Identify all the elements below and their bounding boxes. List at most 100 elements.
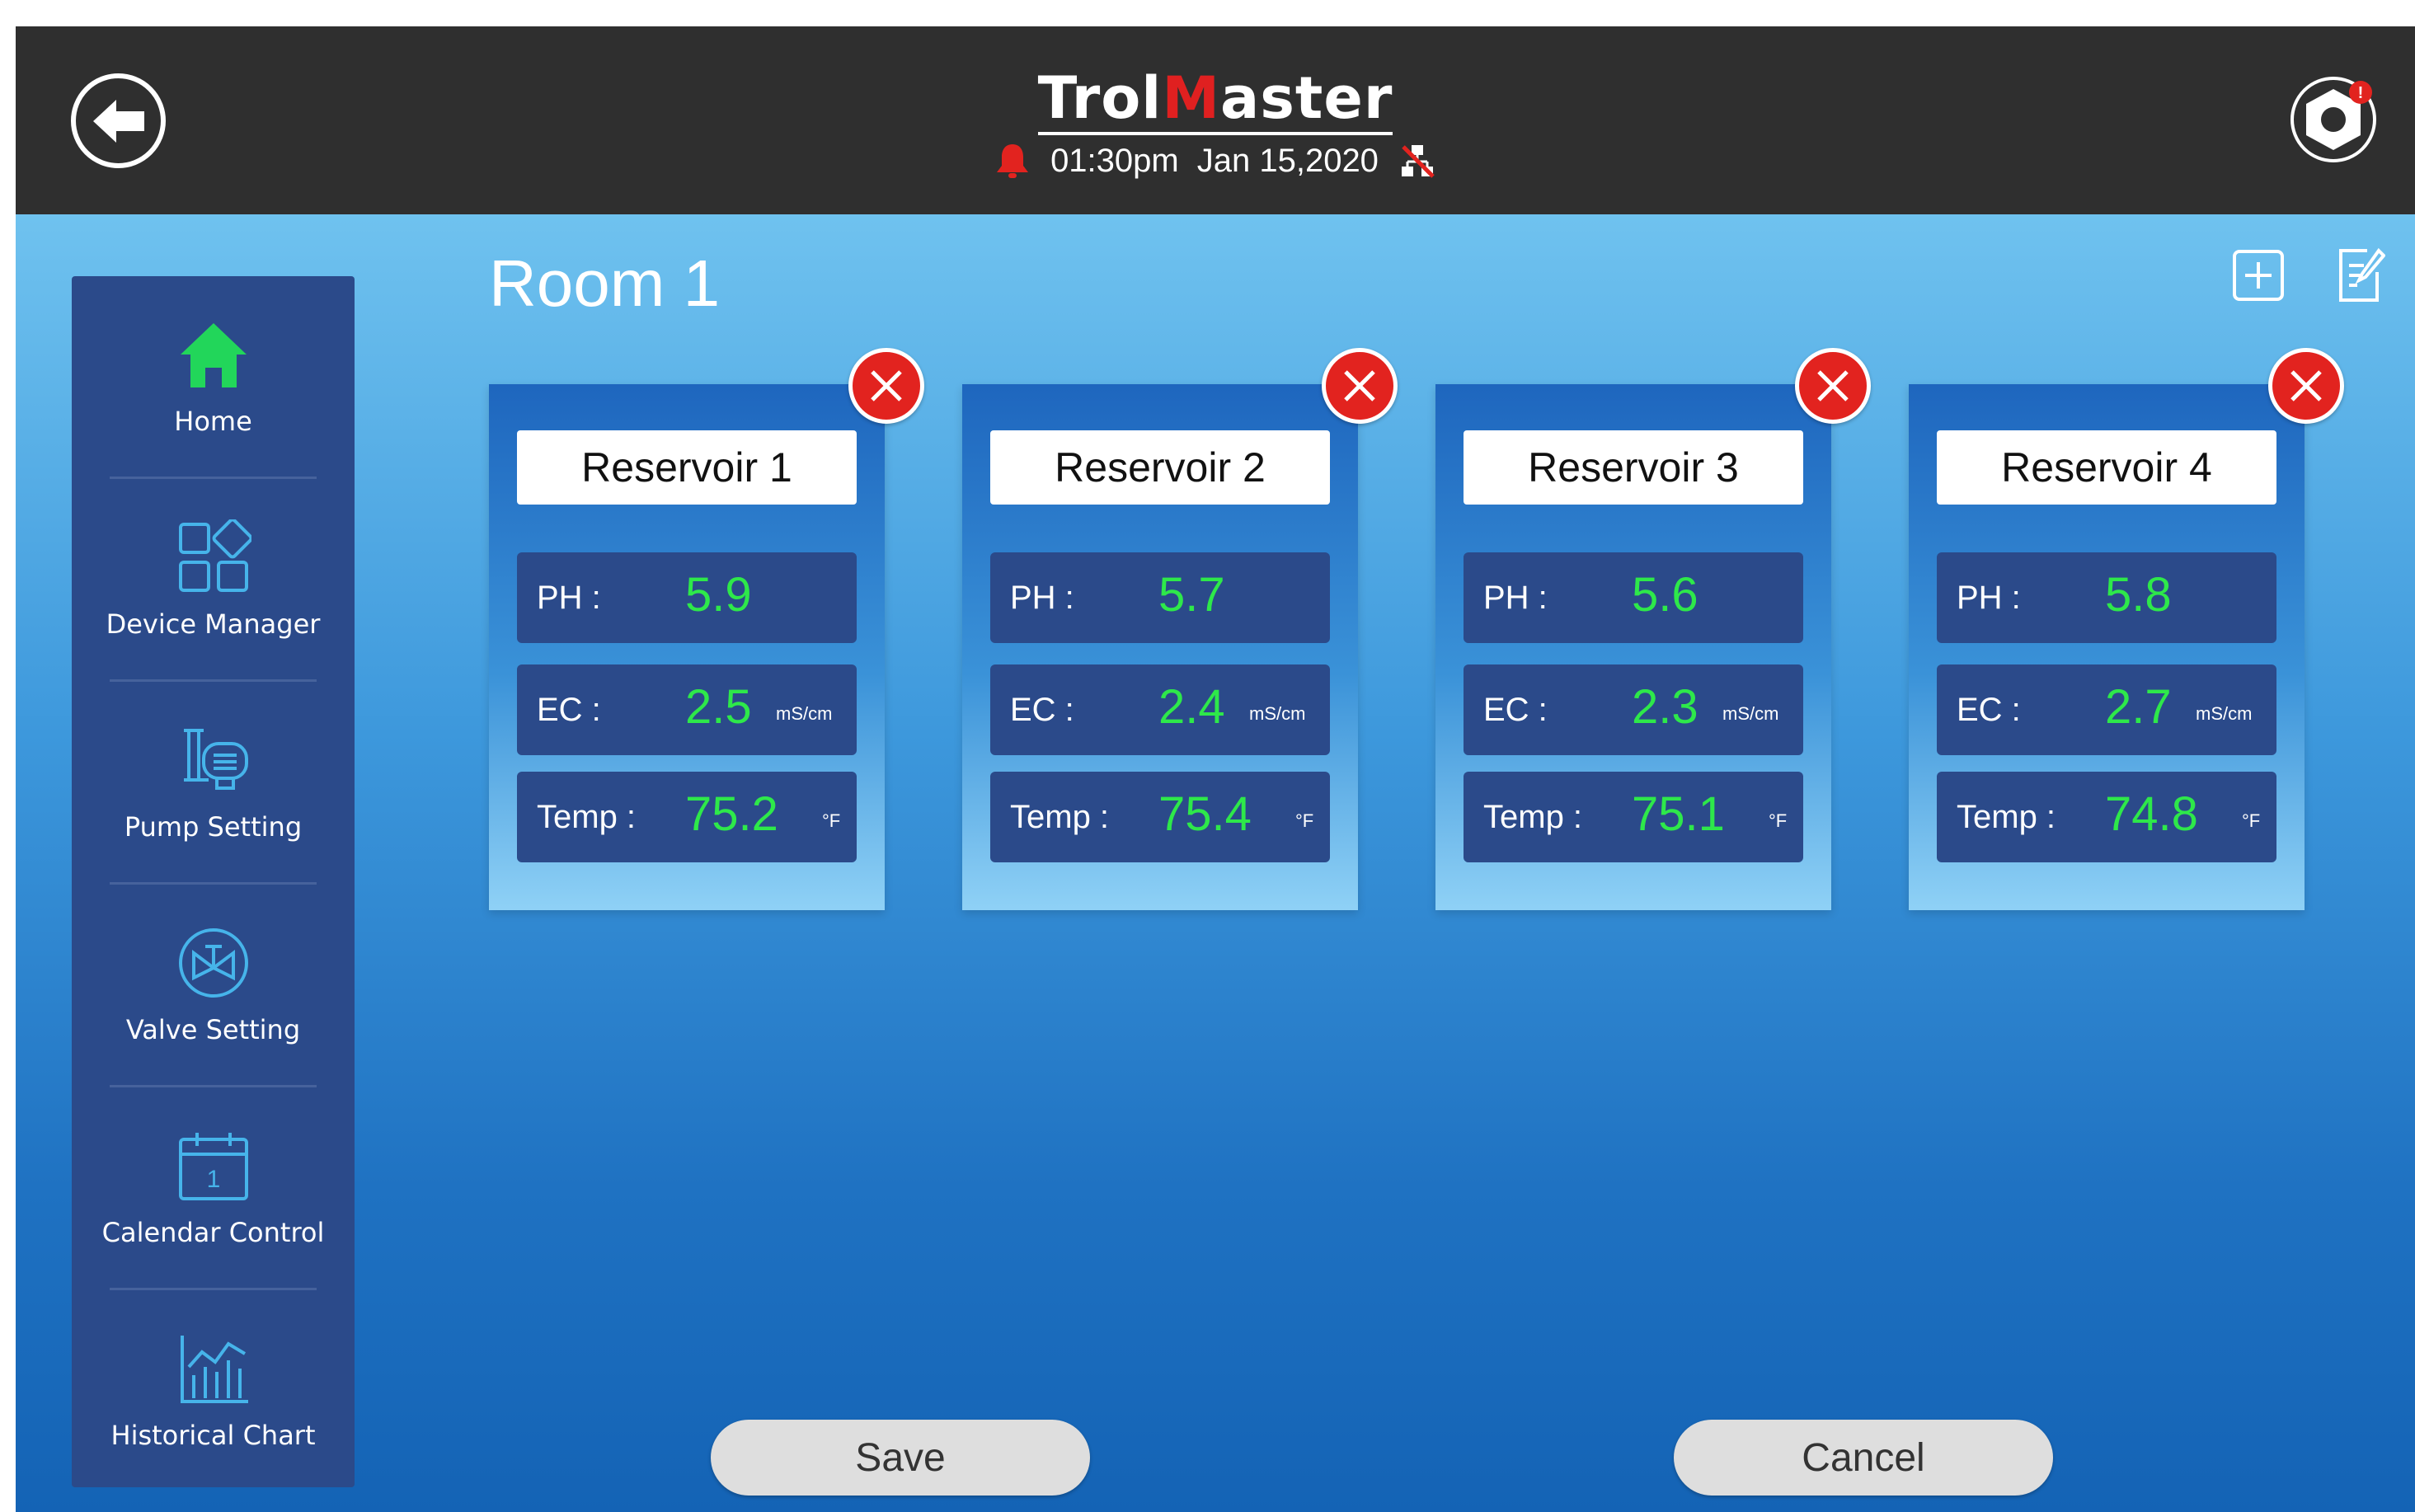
temp-label: Temp : (1010, 799, 1110, 835)
ph-value: 5.7 (1158, 568, 1225, 622)
save-button[interactable]: Save (711, 1420, 1090, 1496)
brand-logo: TrolMaster (16, 69, 2415, 135)
temp-reading: Temp : 75.4 °F (990, 772, 1330, 862)
calendar-icon: 1 (176, 1128, 251, 1204)
gear-icon: ! (2290, 77, 2376, 162)
ph-reading: PH : 5.8 (1937, 552, 2276, 643)
svg-text:!: ! (2358, 84, 2364, 102)
pump-icon (176, 722, 251, 798)
ec-reading: EC : 2.4 mS/cm (990, 664, 1330, 755)
sidebar-item-label: Home (174, 405, 252, 437)
plus-box-icon (2233, 250, 2284, 301)
ec-reading: EC : 2.3 mS/cm (1464, 664, 1803, 755)
brand-text-m: M (1162, 64, 1220, 132)
temp-unit: °F (2242, 810, 2261, 831)
temp-value: 75.1 (1632, 787, 1725, 841)
home-icon (176, 317, 251, 392)
sidebar-item-label: Device Manager (106, 608, 321, 640)
top-bar: TrolMaster 01:30pm Jan 15,2020 ! (16, 26, 2415, 214)
close-icon (1817, 370, 1849, 401)
ec-reading: EC : 2.7 mS/cm (1937, 664, 2276, 755)
sidebar-item-pump-setting[interactable]: Pump Setting (72, 682, 355, 882)
reservoir-card-3: Reservoir 3 PH : 5.6 EC : 2.3 mS/cm Temp… (1435, 348, 1871, 910)
ph-label: PH : (1957, 580, 2021, 616)
sidebar-item-calendar-control[interactable]: 1 Calendar Control (72, 1087, 355, 1288)
ec-value: 2.3 (1632, 680, 1698, 734)
ph-label: PH : (1010, 580, 1074, 616)
edit-document-icon (2339, 247, 2386, 302)
main-content: Home Device Manager Pump Setting Valve S… (16, 214, 2415, 1512)
ec-value: 2.5 (685, 680, 752, 734)
sidebar-item-label: Calendar Control (101, 1216, 325, 1248)
reservoir-card-2: Reservoir 2 PH : 5.7 EC : 2.4 mS/cm Temp… (962, 348, 1398, 910)
ec-value: 2.7 (2105, 680, 2172, 734)
ec-value: 2.4 (1158, 680, 1225, 734)
alarm-bell-icon[interactable] (993, 141, 1032, 181)
temp-label: Temp : (537, 799, 637, 835)
temp-label: Temp : (1483, 799, 1583, 835)
ph-value: 5.6 (1632, 568, 1698, 622)
reservoir-card-4: Reservoir 4 PH : 5.8 EC : 2.7 mS/cm Temp… (1909, 348, 2344, 910)
chart-icon (176, 1331, 251, 1406)
ph-reading: PH : 5.6 (1464, 552, 1803, 643)
ph-label: PH : (537, 580, 601, 616)
close-icon (1344, 370, 1375, 401)
ph-value: 5.9 (685, 568, 752, 622)
reservoir-name[interactable]: Reservoir 4 (1937, 430, 2276, 505)
ec-unit: mS/cm (776, 703, 833, 724)
delete-reservoir-button[interactable] (1322, 348, 1398, 424)
reservoir-card-1: Reservoir 1 PH : 5.9 EC : 2.5 mS/cm Temp… (489, 348, 924, 910)
app-frame: TrolMaster 01:30pm Jan 15,2020 ! Home De… (16, 26, 2415, 1512)
ec-unit: mS/cm (2196, 703, 2253, 724)
sidebar-item-home[interactable]: Home (72, 276, 355, 477)
sidebar-item-label: Pump Setting (124, 810, 303, 843)
delete-reservoir-button[interactable] (2268, 348, 2344, 424)
close-icon (871, 370, 902, 401)
ph-reading: PH : 5.7 (990, 552, 1330, 643)
add-reservoir-button[interactable] (2232, 249, 2285, 302)
reservoir-name[interactable]: Reservoir 3 (1464, 430, 1803, 505)
brand-text-left: Trol (1037, 64, 1163, 132)
sidebar-item-valve-setting[interactable]: Valve Setting (72, 885, 355, 1085)
reservoir-name[interactable]: Reservoir 1 (517, 430, 857, 505)
reservoir-name[interactable]: Reservoir 2 (990, 430, 1330, 505)
temp-label: Temp : (1957, 799, 2056, 835)
delete-reservoir-button[interactable] (1795, 348, 1871, 424)
temp-value: 74.8 (2105, 787, 2198, 841)
delete-reservoir-button[interactable] (848, 348, 924, 424)
temp-reading: Temp : 74.8 °F (1937, 772, 2276, 862)
cancel-button[interactable]: Cancel (1674, 1420, 2053, 1496)
sidebar-item-device-manager[interactable]: Device Manager (72, 479, 355, 679)
temp-unit: °F (1769, 810, 1788, 831)
settings-button[interactable]: ! (2288, 74, 2379, 165)
close-icon (2290, 370, 2322, 401)
temp-value: 75.2 (685, 787, 778, 841)
ec-label: EC : (1010, 692, 1074, 728)
ec-label: EC : (537, 692, 601, 728)
room-title: Room 1 (489, 247, 721, 320)
brand-text-right: aster (1219, 64, 1393, 132)
calendar-day-label: 1 (206, 1166, 220, 1193)
sidebar: Home Device Manager Pump Setting Valve S… (72, 276, 355, 1487)
network-disconnected-icon (1401, 145, 1435, 178)
sidebar-item-label: Valve Setting (125, 1013, 301, 1045)
sidebar-item-label: Historical Chart (110, 1419, 316, 1451)
ph-reading: PH : 5.9 (517, 552, 857, 643)
temp-reading: Temp : 75.2 °F (517, 772, 857, 862)
temp-unit: °F (1295, 810, 1314, 831)
current-date: Jan 15,2020 (1196, 142, 1379, 179)
ph-value: 5.8 (2105, 568, 2172, 622)
edit-room-button[interactable] (2336, 247, 2386, 303)
ph-label: PH : (1483, 580, 1548, 616)
current-time: 01:30pm (1050, 142, 1179, 179)
ec-label: EC : (1957, 692, 2021, 728)
ec-unit: mS/cm (1722, 703, 1779, 724)
ec-reading: EC : 2.5 mS/cm (517, 664, 857, 755)
sidebar-item-historical-chart[interactable]: Historical Chart (72, 1290, 355, 1491)
ec-unit: mS/cm (1249, 703, 1306, 724)
device-grid-icon (176, 519, 251, 595)
status-row: 01:30pm Jan 15,2020 (16, 140, 2415, 181)
temp-reading: Temp : 75.1 °F (1464, 772, 1803, 862)
valve-icon (176, 925, 251, 1001)
ec-label: EC : (1483, 692, 1548, 728)
